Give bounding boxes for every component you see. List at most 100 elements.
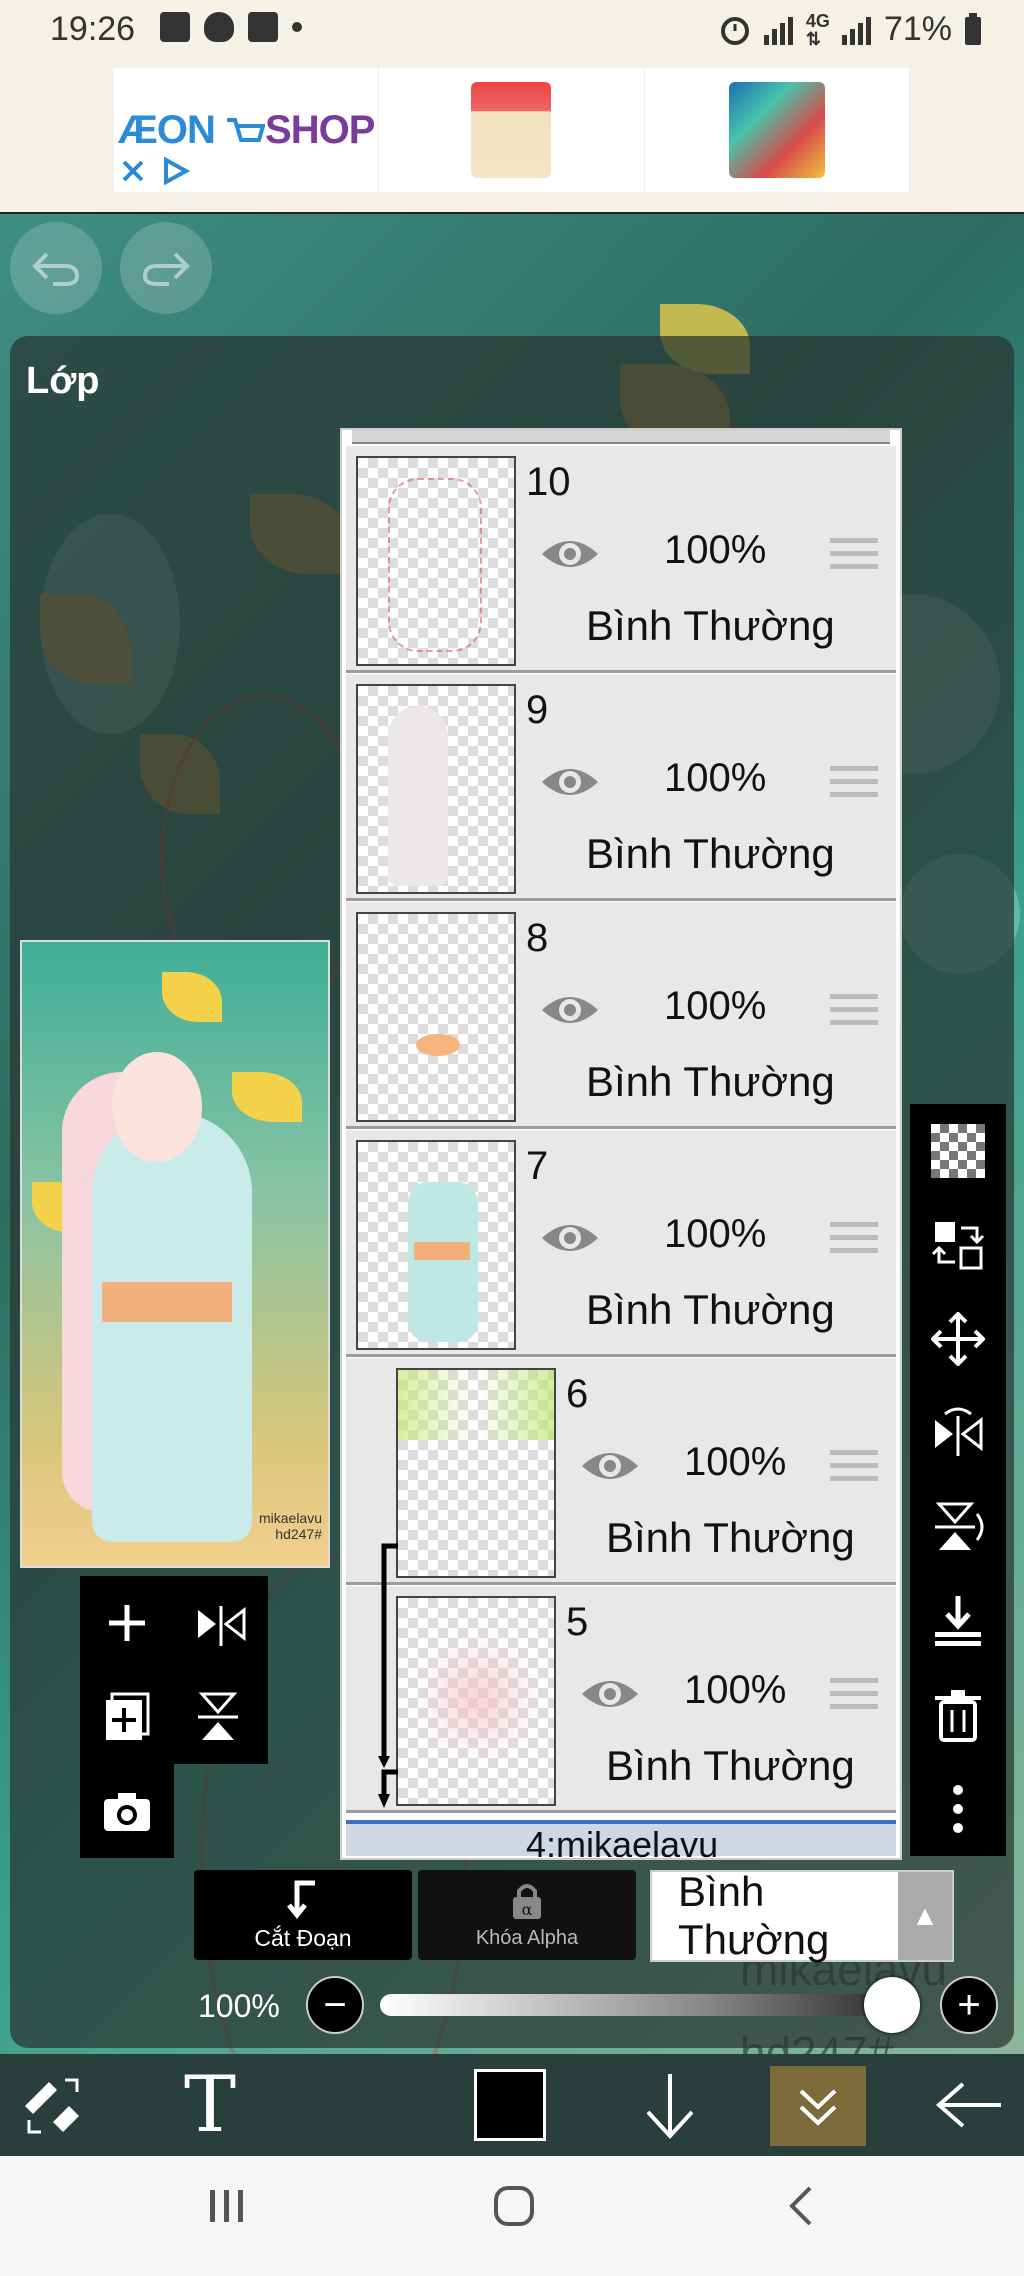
layer-blend-mode: Bình Thường xyxy=(586,1286,835,1333)
close-icon[interactable] xyxy=(120,158,146,184)
flip-horizontal-icon xyxy=(198,1606,246,1646)
layer-row[interactable]: 6 100% Bình Thường xyxy=(346,1358,896,1585)
layer-number: 10 xyxy=(526,460,571,504)
layer-thumbnail[interactable] xyxy=(356,1140,516,1350)
layer-opacity: 100% xyxy=(664,1212,767,1256)
eye-icon[interactable] xyxy=(540,534,600,574)
ad-product-1[interactable] xyxy=(379,68,645,192)
eye-icon[interactable] xyxy=(580,1446,640,1486)
eye-icon[interactable] xyxy=(540,990,600,1030)
preview-signature: mikaelavu hd247# xyxy=(258,1510,322,1542)
ad-logo-cell[interactable]: ÆON SHOP xyxy=(114,68,380,192)
layer-row[interactable]: 10 100% Bình Thường xyxy=(346,446,896,673)
svg-text:α: α xyxy=(522,1900,533,1919)
clipping-button[interactable]: Cắt Đoạn xyxy=(194,1870,412,1960)
redo-button[interactable] xyxy=(120,222,212,314)
add-layer-button[interactable] xyxy=(80,1576,174,1670)
layer-thumbnail[interactable] xyxy=(356,684,516,894)
arrow-left-icon xyxy=(935,2082,1001,2128)
drag-handle-icon[interactable] xyxy=(830,1222,878,1261)
nav-back-button[interactable] xyxy=(780,2184,824,2240)
merge-down-icon[interactable] xyxy=(929,1592,987,1650)
text-tool-icon[interactable]: T xyxy=(170,2060,250,2150)
back-button[interactable] xyxy=(930,2064,1010,2146)
layer-thumbnail[interactable] xyxy=(396,1368,556,1578)
thumbnail-hair xyxy=(388,706,448,886)
ad-product-2[interactable] xyxy=(645,68,910,192)
ad-banner[interactable]: ÆON SHOP xyxy=(0,64,1024,214)
layer-blend-mode: Bình Thường xyxy=(606,1742,855,1789)
recent-apps-button[interactable] xyxy=(206,2184,250,2240)
layers-panel-button[interactable] xyxy=(770,2066,866,2146)
drag-handle-icon[interactable] xyxy=(830,538,878,577)
character-dress xyxy=(92,1112,252,1542)
undo-button[interactable] xyxy=(10,222,102,314)
layer-list[interactable]: 10 100% Bình Thường 9 100% Bình Thường 8… xyxy=(340,428,902,1860)
camera-icon xyxy=(104,1793,150,1831)
layer-row[interactable]: 9 100% Bình Thường xyxy=(346,674,896,901)
opacity-slider-row: 100% − + xyxy=(190,1970,1010,2040)
camera-layer-button[interactable] xyxy=(80,1764,174,1858)
home-button[interactable] xyxy=(492,2184,536,2240)
opacity-decrease-button[interactable]: − xyxy=(306,1976,364,2034)
status-time: 19:26 xyxy=(50,10,136,48)
flip-horizontal-icon[interactable] xyxy=(929,1404,987,1462)
leaf-decoration xyxy=(232,1072,302,1122)
drag-handle-icon[interactable] xyxy=(830,766,878,805)
move-icon[interactable] xyxy=(929,1310,987,1368)
swap-layers-icon[interactable] xyxy=(929,1216,987,1274)
signal-icon xyxy=(763,16,793,45)
layer-thumbnail[interactable] xyxy=(356,456,516,666)
opacity-slider-thumb[interactable] xyxy=(864,1977,920,2033)
flip-layer-button[interactable] xyxy=(174,1576,268,1670)
eye-icon[interactable] xyxy=(540,1218,600,1258)
flip-vertical-layer-button[interactable] xyxy=(174,1670,268,1764)
adchoices-icon[interactable] xyxy=(160,156,190,186)
opacity-increase-button[interactable]: + xyxy=(940,1976,998,2034)
thumbnail-petals xyxy=(418,1608,538,1788)
layer-opacity: 100% xyxy=(684,1440,787,1484)
alpha-lock-button[interactable]: α Khóa Alpha xyxy=(418,1870,636,1960)
eye-icon[interactable] xyxy=(540,762,600,802)
current-color-swatch xyxy=(474,2069,546,2141)
system-nav-bar xyxy=(0,2156,1024,2276)
blend-mode-select[interactable]: Bình Thường ▲ xyxy=(650,1868,954,1963)
layer-row[interactable]: 5 100% Bình Thường xyxy=(346,1586,896,1813)
canvas-preview[interactable]: mikaelavu hd247# xyxy=(20,940,330,1568)
drag-handle-icon[interactable] xyxy=(830,1450,878,1489)
layer-row-selected[interactable]: 4:mikaelavu xyxy=(346,1820,896,1858)
tool-switch-button[interactable] xyxy=(14,2064,94,2146)
color-picker-button[interactable] xyxy=(470,2064,550,2146)
leaf-decoration xyxy=(162,972,222,1022)
thumbnail-sash xyxy=(414,1242,470,1260)
layer-blend-mode: Bình Thường xyxy=(586,1058,835,1105)
blend-mode-value: Bình Thường xyxy=(678,1868,830,1963)
trash-icon[interactable] xyxy=(929,1686,987,1744)
layer-thumbnail[interactable] xyxy=(396,1596,556,1806)
layer-thumbnail[interactable] xyxy=(356,912,516,1122)
character-head xyxy=(112,1052,202,1162)
flip-vertical-icon[interactable] xyxy=(929,1498,987,1556)
duplicate-layer-button[interactable] xyxy=(80,1670,174,1764)
flip-vertical-icon xyxy=(198,1692,238,1740)
layer-number: 7 xyxy=(526,1144,549,1188)
layer-blend-mode: Bình Thường xyxy=(586,602,835,649)
opacity-slider[interactable] xyxy=(380,1977,920,2033)
drag-handle-icon[interactable] xyxy=(830,1678,878,1717)
layer-down-button[interactable] xyxy=(630,2064,710,2146)
layer-row[interactable]: 8 100% Bình Thường xyxy=(346,902,896,1129)
layer-number: 5 xyxy=(566,1600,589,1644)
battery-icon xyxy=(965,12,981,45)
ad-box[interactable]: ÆON SHOP xyxy=(114,68,910,192)
layer-blend-mode: Bình Thường xyxy=(586,830,835,877)
layer-number: 6 xyxy=(566,1372,589,1416)
gallery-icon xyxy=(160,12,190,42)
eye-icon[interactable] xyxy=(580,1674,640,1714)
alarm-icon xyxy=(720,16,749,45)
layer-blend-mode: Bình Thường xyxy=(606,1514,855,1561)
drag-handle-icon[interactable] xyxy=(830,994,878,1033)
transparency-checker-icon[interactable] xyxy=(929,1122,987,1180)
layer-row[interactable]: 7 100% Bình Thường xyxy=(346,1130,896,1357)
layer-opacity: 100% xyxy=(684,1668,787,1712)
more-options-icon[interactable] xyxy=(929,1780,987,1838)
